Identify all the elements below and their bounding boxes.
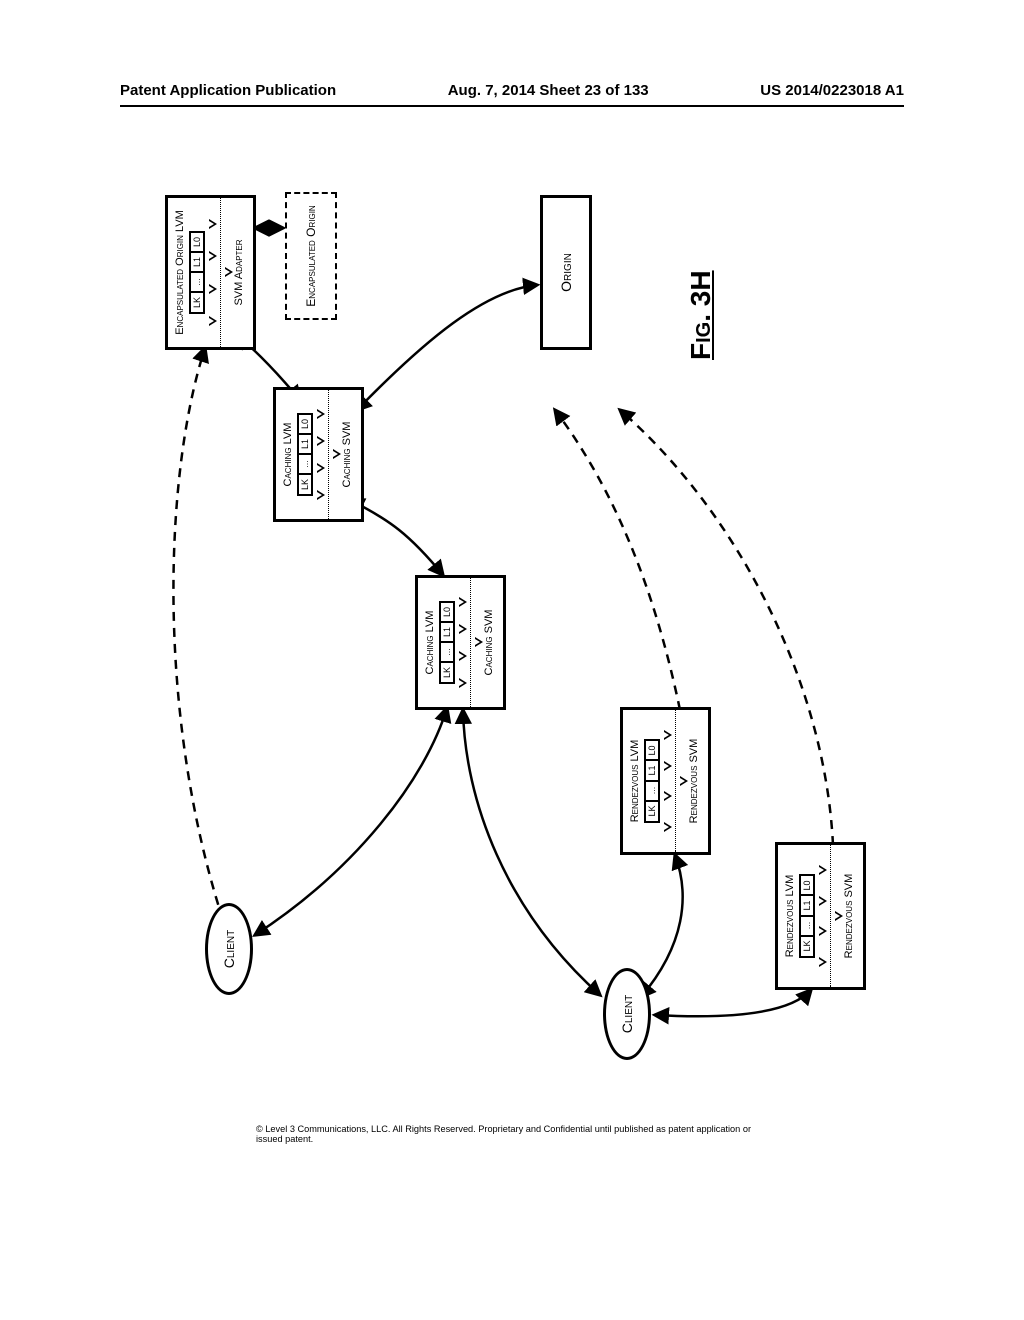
rendezvous-a-svm: Rendezvous SVM: [688, 716, 700, 846]
client-a-label: Client: [221, 930, 237, 968]
origin-box: Origin: [540, 195, 592, 350]
header-left: Patent Application Publication: [120, 82, 336, 99]
diagram-stage: Client Client Encapsulated Origin LVM LK…: [125, 180, 905, 1110]
layer-cells: LK ... L1 L0: [189, 204, 205, 341]
client-a: Client: [205, 903, 253, 995]
triangle-row: [209, 204, 217, 341]
header-right: US 2014/0223018 A1: [760, 82, 904, 99]
caching-a-svm: Caching SVM: [341, 396, 353, 513]
rendezvous-a-title: Rendezvous LVM: [629, 716, 641, 846]
page-header: Patent Application Publication Aug. 7, 2…: [120, 82, 904, 107]
figure-diagram: Client Client Encapsulated Origin LVM LK…: [50, 255, 980, 1035]
rendezvous-a-node: Rendezvous LVM LK ... L1 L0 Rendezvous S…: [620, 707, 711, 855]
enc-origin-lvm-svm: SVM Adapter: [233, 204, 245, 341]
client-b-label: Client: [619, 995, 635, 1033]
client-b: Client: [603, 968, 651, 1060]
rendezvous-b-svm: Rendezvous SVM: [843, 851, 855, 981]
page: Patent Application Publication Aug. 7, 2…: [0, 0, 1024, 1320]
figure-label: Fig. 3H: [685, 270, 717, 360]
caching-a-node: Caching LVM LK ... L1 L0 Caching SVM: [273, 387, 364, 522]
caching-b-title: Caching LVM: [424, 584, 436, 701]
header-middle: Aug. 7, 2014 Sheet 23 of 133: [448, 82, 649, 99]
caching-b-node: Caching LVM LK ... L1 L0 Caching SVM: [415, 575, 506, 710]
origin-label: Origin: [558, 253, 574, 292]
caching-a-title: Caching LVM: [282, 396, 294, 513]
enc-origin-lvm-node: Encapsulated Origin LVM LK ... L1 L0 SVM…: [165, 195, 256, 350]
copyright-line: © Level 3 Communications, LLC. All Right…: [256, 1124, 768, 1144]
enc-origin-lvm-title: Encapsulated Origin LVM: [174, 204, 186, 341]
caching-b-svm: Caching SVM: [483, 584, 495, 701]
encapsulated-origin-label: Encapsulated Origin: [304, 205, 318, 306]
rendezvous-b-title: Rendezvous LVM: [784, 851, 796, 981]
rendezvous-b-node: Rendezvous LVM LK ... L1 L0 Rendezvous S…: [775, 842, 866, 990]
encapsulated-origin-box: Encapsulated Origin: [285, 192, 337, 320]
